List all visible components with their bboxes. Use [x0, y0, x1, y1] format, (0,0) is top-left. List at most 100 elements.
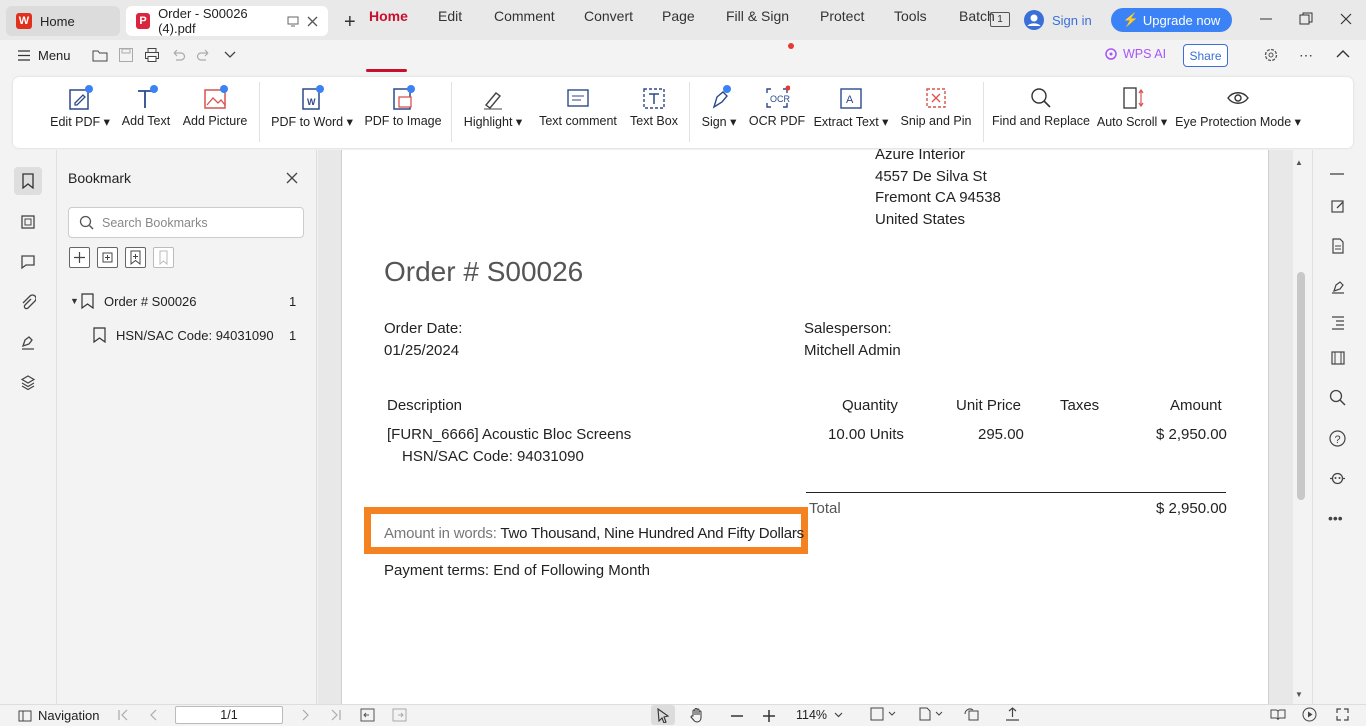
minimize-icon[interactable]	[1259, 12, 1273, 26]
snip-and-pin-button[interactable]: Snip and Pin	[900, 82, 972, 142]
bookmark-close-icon[interactable]	[286, 172, 298, 184]
rotate-page-icon[interactable]	[964, 707, 980, 721]
sign-tool-icon[interactable]	[1330, 278, 1346, 294]
last-page-icon[interactable]	[330, 709, 342, 721]
restore-icon[interactable]	[1299, 12, 1313, 26]
bookmark-search-input[interactable]: Search Bookmarks	[68, 207, 304, 238]
previous-page-icon[interactable]	[148, 709, 160, 721]
tab-comment[interactable]: Comment	[494, 8, 555, 24]
sign-in-button[interactable]: Sign in	[1024, 10, 1092, 30]
scroll-up-arrow-icon[interactable]: ▲	[1295, 158, 1303, 167]
reading-mode-icon[interactable]	[1270, 708, 1286, 721]
add-picture-button[interactable]: Add Picture	[182, 82, 248, 142]
zoom-level[interactable]: 114%	[796, 708, 827, 722]
signature-panel-icon[interactable]	[14, 328, 42, 356]
page-layout-icon[interactable]	[918, 707, 944, 721]
text-comment-button[interactable]: Text comment	[538, 82, 618, 142]
open-folder-icon[interactable]	[92, 47, 108, 63]
zoom-out-icon[interactable]	[731, 715, 743, 717]
expand-arrow-icon[interactable]: ▼	[70, 296, 79, 306]
outline-icon[interactable]	[1330, 314, 1346, 330]
bookmark-item-page: 1	[289, 294, 297, 309]
zoom-in-icon[interactable]	[763, 710, 775, 722]
vertical-scrollbar-thumb[interactable]	[1297, 272, 1305, 500]
extract-text-button[interactable]: A Extract Text ▾	[814, 82, 888, 142]
window-close-icon[interactable]	[1340, 13, 1352, 25]
bookmark-item-label[interactable]: Order # S00026	[104, 294, 197, 309]
tab-batch[interactable]: Batch	[959, 8, 995, 24]
select-cursor-icon[interactable]	[656, 708, 670, 723]
export-icon[interactable]	[1005, 707, 1020, 721]
play-slideshow-icon[interactable]	[1302, 707, 1317, 722]
new-tab-button[interactable]: +	[344, 11, 356, 34]
pdf-to-word-button[interactable]: W PDF to Word ▾	[271, 82, 353, 142]
save-icon[interactable]	[118, 47, 134, 63]
bookmark-subitem-label[interactable]: HSN/SAC Code: 94031090	[116, 328, 274, 343]
fit-page-icon[interactable]	[870, 707, 896, 721]
more-options-icon[interactable]: ⋯	[1299, 47, 1313, 64]
settings-gear-icon[interactable]	[1263, 47, 1279, 63]
eye-protection-button[interactable]: Eye Protection Mode ▾	[1175, 82, 1301, 142]
tab-document[interactable]: P Order - S00026 (4).pdf	[126, 6, 328, 36]
menu-button[interactable]: Menu	[18, 48, 71, 63]
navigation-toggle[interactable]: Navigation	[18, 708, 99, 723]
address-line: Fremont CA 94538	[875, 189, 1001, 206]
tab-tools[interactable]: Tools	[894, 8, 927, 24]
wps-ai-button[interactable]: WPS AI	[1104, 47, 1166, 61]
tab-edit[interactable]: Edit	[438, 8, 462, 24]
bookmark-panel-icon[interactable]	[14, 167, 42, 195]
share-button[interactable]: Share	[1183, 44, 1228, 67]
undo-icon[interactable]	[170, 47, 186, 63]
tab-monitor-icon[interactable]	[287, 16, 299, 27]
sign-button[interactable]: Sign ▾	[700, 82, 738, 142]
add-text-button[interactable]: Add Text	[122, 82, 170, 142]
scroll-down-arrow-icon[interactable]: ▼	[1295, 690, 1303, 699]
tab-page[interactable]: Page	[662, 8, 695, 24]
tab-convert[interactable]: Convert	[584, 8, 633, 24]
fullscreen-icon[interactable]	[1336, 708, 1349, 721]
first-page-icon[interactable]	[117, 709, 129, 721]
highlight-button[interactable]: Highlight ▾	[462, 82, 524, 142]
add-sub-bookmark-icon[interactable]	[97, 247, 118, 268]
document-properties-icon[interactable]	[1330, 238, 1346, 254]
minimize-panel-icon[interactable]	[1330, 173, 1344, 175]
stamp-icon[interactable]	[1330, 350, 1346, 366]
attachment-icon[interactable]	[14, 288, 42, 316]
comment-panel-icon[interactable]	[14, 248, 42, 276]
tab-close-icon[interactable]	[307, 16, 318, 27]
search-icon	[79, 215, 94, 230]
auto-scroll-button[interactable]: Auto Scroll ▾	[1096, 82, 1168, 142]
thumbnail-icon[interactable]	[14, 208, 42, 236]
search-panel-icon[interactable]	[1329, 389, 1346, 406]
redo-icon[interactable]	[196, 47, 212, 63]
help-icon[interactable]: ?	[1329, 430, 1346, 447]
sign-label: Sign ▾	[701, 115, 737, 129]
edit-pdf-button[interactable]: Edit PDF ▾	[50, 82, 110, 142]
tab-home-menu[interactable]: Home	[369, 8, 408, 24]
quick-access-chevron-icon[interactable]	[224, 50, 236, 60]
ocr-pdf-button[interactable]: OCR OCR PDF	[749, 82, 805, 142]
page-number-input[interactable]: 1/1	[175, 706, 283, 724]
edit-panel-icon[interactable]	[1330, 198, 1346, 214]
assistant-icon[interactable]	[1329, 470, 1346, 487]
add-bookmark-icon[interactable]	[69, 247, 90, 268]
tab-protect[interactable]: Protect	[820, 8, 864, 24]
next-page-icon[interactable]	[299, 709, 311, 721]
zoom-dropdown-icon[interactable]	[834, 712, 843, 718]
forward-view-icon[interactable]	[392, 708, 407, 722]
text-box-button[interactable]: Text Box	[629, 82, 679, 142]
tab-home[interactable]: W Home	[6, 6, 120, 36]
collapse-ribbon-icon[interactable]	[1336, 49, 1350, 59]
bookmark-plus-icon[interactable]	[125, 247, 146, 268]
more-tools-icon[interactable]: •••	[1328, 510, 1343, 526]
find-and-replace-button[interactable]: Find and Replace	[992, 82, 1090, 142]
address-line: 4557 De Silva St	[875, 168, 987, 185]
pdf-to-image-button[interactable]: PDF to Image	[364, 82, 442, 142]
layers-icon[interactable]	[14, 368, 42, 396]
delete-bookmark-icon[interactable]	[153, 247, 174, 268]
upgrade-button[interactable]: ⚡ Upgrade now	[1111, 8, 1232, 32]
tab-fill-sign[interactable]: Fill & Sign	[726, 8, 789, 24]
back-view-icon[interactable]	[360, 708, 375, 722]
print-icon[interactable]	[144, 47, 160, 63]
hand-tool-icon[interactable]	[689, 707, 705, 723]
